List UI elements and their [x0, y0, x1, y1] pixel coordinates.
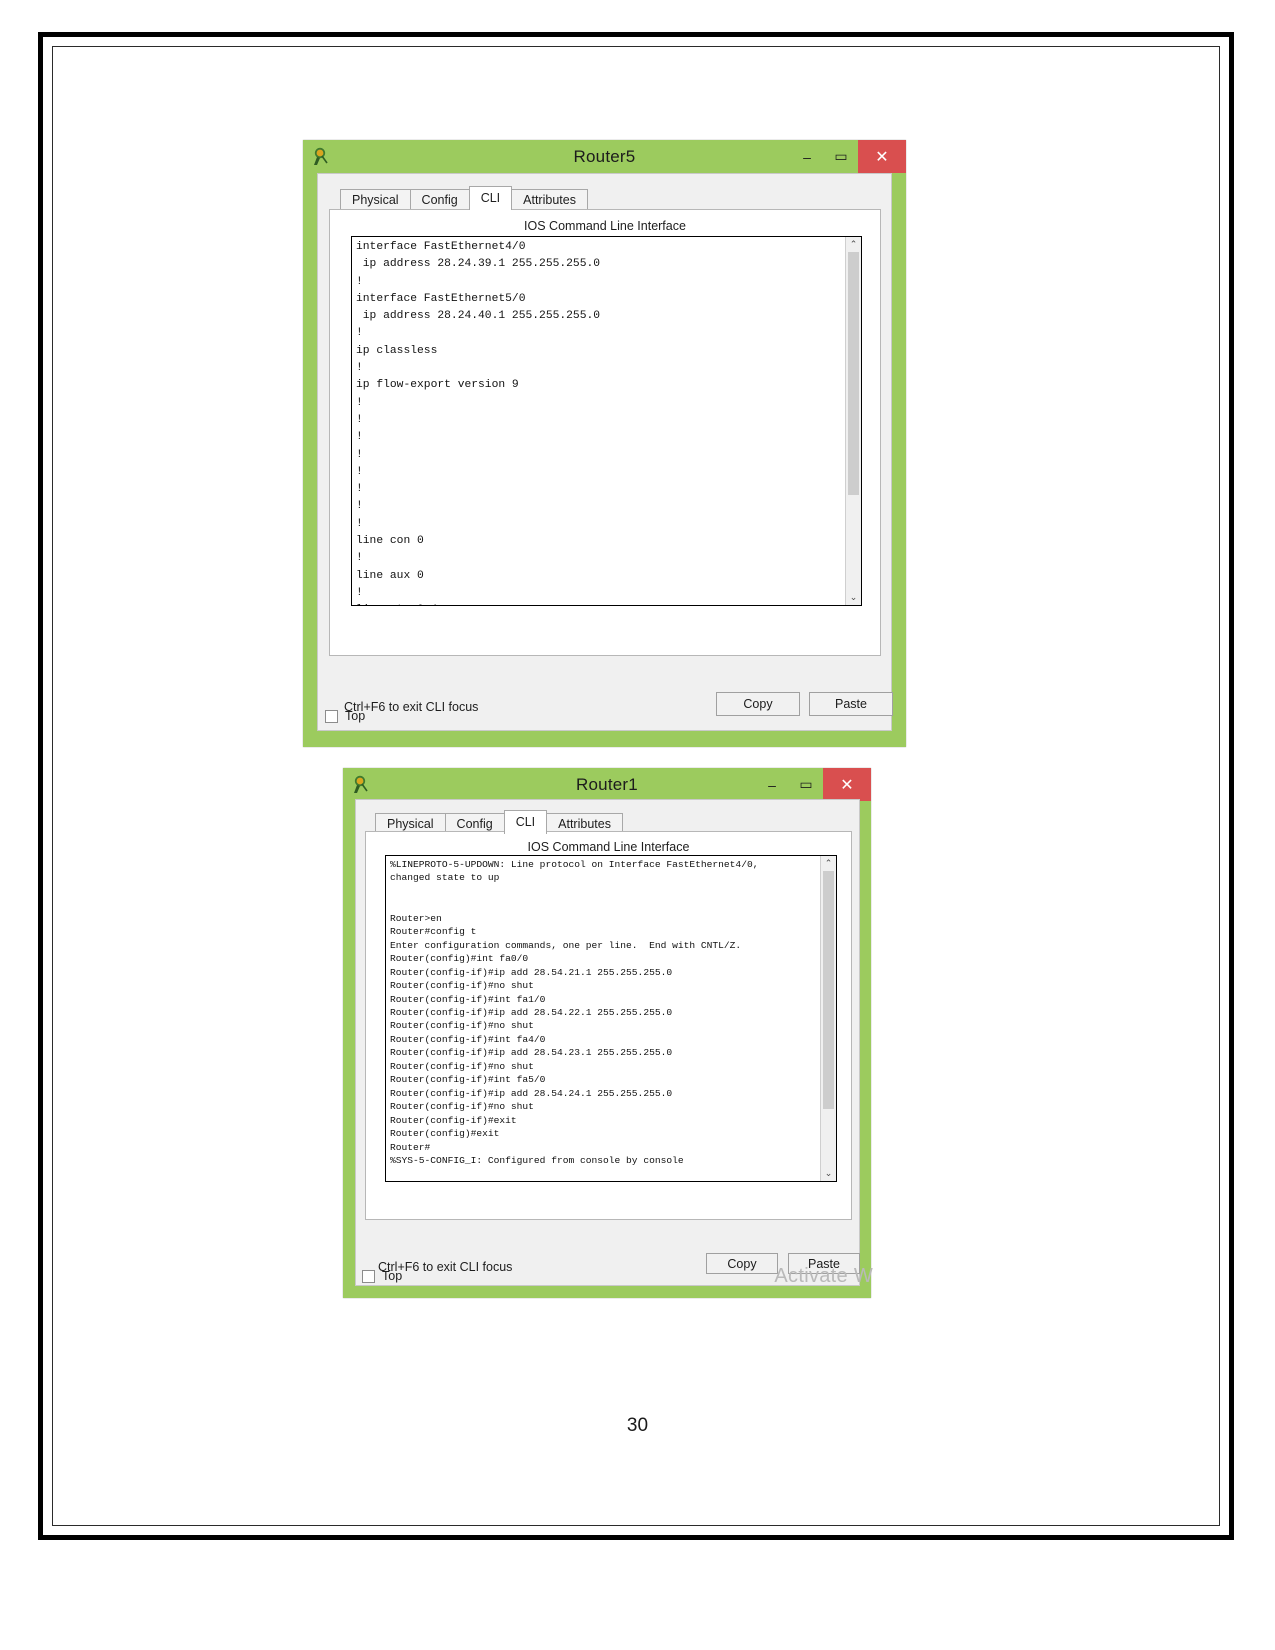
titlebar-router5[interactable]: Router5 – ▭ ✕ [303, 140, 906, 173]
window-body-router1: Physical Config CLI Attributes IOS Comma… [355, 799, 860, 1286]
close-button[interactable]: ✕ [823, 768, 871, 801]
page-number: 30 [626, 1415, 649, 1436]
maximize-button[interactable]: ▭ [789, 768, 823, 801]
tab-cli[interactable]: CLI [468, 186, 513, 210]
cli-panel: IOS Command Line Interface %LINEPROTO-5-… [365, 831, 860, 1274]
scrollbar-thumb[interactable] [823, 871, 834, 1109]
minimize-button[interactable]: – [790, 140, 824, 173]
panel-caption: IOS Command Line Interface [527, 840, 690, 854]
cli-panel: IOS Command Line Interface interface Fas… [329, 209, 893, 716]
minimize-button[interactable]: – [755, 768, 789, 801]
top-checkbox[interactable] [325, 709, 338, 723]
top-checkbox-label: Top [345, 709, 366, 723]
tab-cli[interactable]: CLI [503, 810, 548, 834]
tab-config[interactable]: Config [409, 189, 470, 210]
top-checkbox[interactable] [362, 1269, 375, 1283]
cli-console-output[interactable]: %LINEPROTO-5-UPDOWN: Line protocol on In… [385, 855, 837, 1182]
scroll-down-arrow-icon[interactable]: ⌄ [821, 1166, 836, 1181]
scroll-down-arrow-icon[interactable]: ⌄ [846, 590, 861, 605]
titlebar-router1[interactable]: Router1 – ▭ ✕ [343, 768, 871, 801]
cli-console-output[interactable]: interface FastEthernet4/0 ip address 28.… [351, 236, 862, 606]
window-router5[interactable]: Router5 – ▭ ✕ Physical Config CLI Attrib… [303, 140, 906, 747]
maximize-button[interactable]: ▭ [824, 140, 858, 173]
tab-physical[interactable]: Physical [340, 189, 411, 210]
top-checkbox-row[interactable]: Top [325, 709, 365, 723]
paste-button[interactable]: Paste [809, 692, 893, 716]
titlebar-buttons: – ▭ ✕ [790, 140, 906, 173]
tab-attributes[interactable]: Attributes [511, 189, 588, 210]
close-button[interactable]: ✕ [858, 140, 906, 173]
window-router1[interactable]: Router1 – ▭ ✕ Physical Config CLI Attrib… [343, 768, 873, 1298]
top-checkbox-row[interactable]: Top [362, 1269, 402, 1283]
paste-button[interactable]: Paste [788, 1253, 860, 1274]
titlebar-buttons: – ▭ ✕ [755, 768, 871, 801]
cli-console-text: %LINEPROTO-5-UPDOWN: Line protocol on In… [390, 859, 759, 1166]
window-body-router5: Physical Config CLI Attributes IOS Comma… [317, 173, 893, 731]
panel-caption: IOS Command Line Interface [524, 219, 686, 233]
tab-bar: Physical Config CLI Attributes [340, 186, 588, 210]
scroll-up-arrow-icon[interactable]: ⌃ [846, 237, 861, 252]
scrollbar-thumb[interactable] [848, 252, 859, 495]
scroll-up-arrow-icon[interactable]: ⌃ [821, 856, 836, 871]
packet-tracer-router-icon [351, 774, 373, 796]
copy-button[interactable]: Copy [706, 1253, 778, 1274]
top-checkbox-label: Top [382, 1269, 403, 1283]
cli-scrollbar[interactable]: ⌃ ⌄ [820, 856, 836, 1181]
cli-scrollbar[interactable]: ⌃ ⌄ [845, 237, 861, 605]
cli-console-text: interface FastEthernet4/0 ip address 28.… [356, 241, 601, 605]
packet-tracer-router-icon [311, 146, 333, 168]
copy-button[interactable]: Copy [716, 692, 800, 716]
